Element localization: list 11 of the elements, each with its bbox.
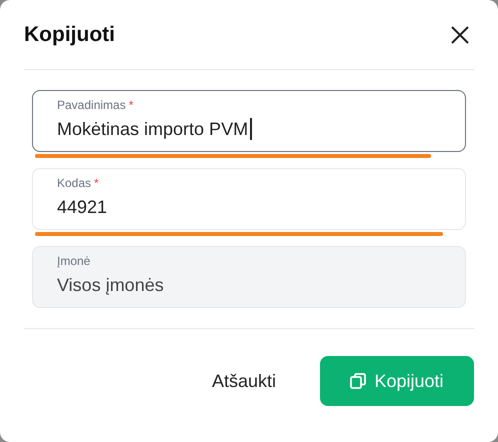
field-value: 44921 <box>57 196 108 218</box>
cancel-button[interactable]: Atšaukti <box>208 368 280 394</box>
field-label: Įmonė <box>57 254 92 268</box>
field-value: Mokėtinas importo PVM <box>57 118 248 140</box>
close-icon[interactable] <box>450 24 470 44</box>
text-cursor <box>250 118 252 140</box>
field-label: Pavadinimas * <box>57 98 134 112</box>
field-value: Visos įmonės <box>57 274 164 296</box>
copy-icon <box>350 373 366 389</box>
dialog-title: Kopijuoti <box>24 22 115 48</box>
field-label: Kodas * <box>57 176 100 190</box>
